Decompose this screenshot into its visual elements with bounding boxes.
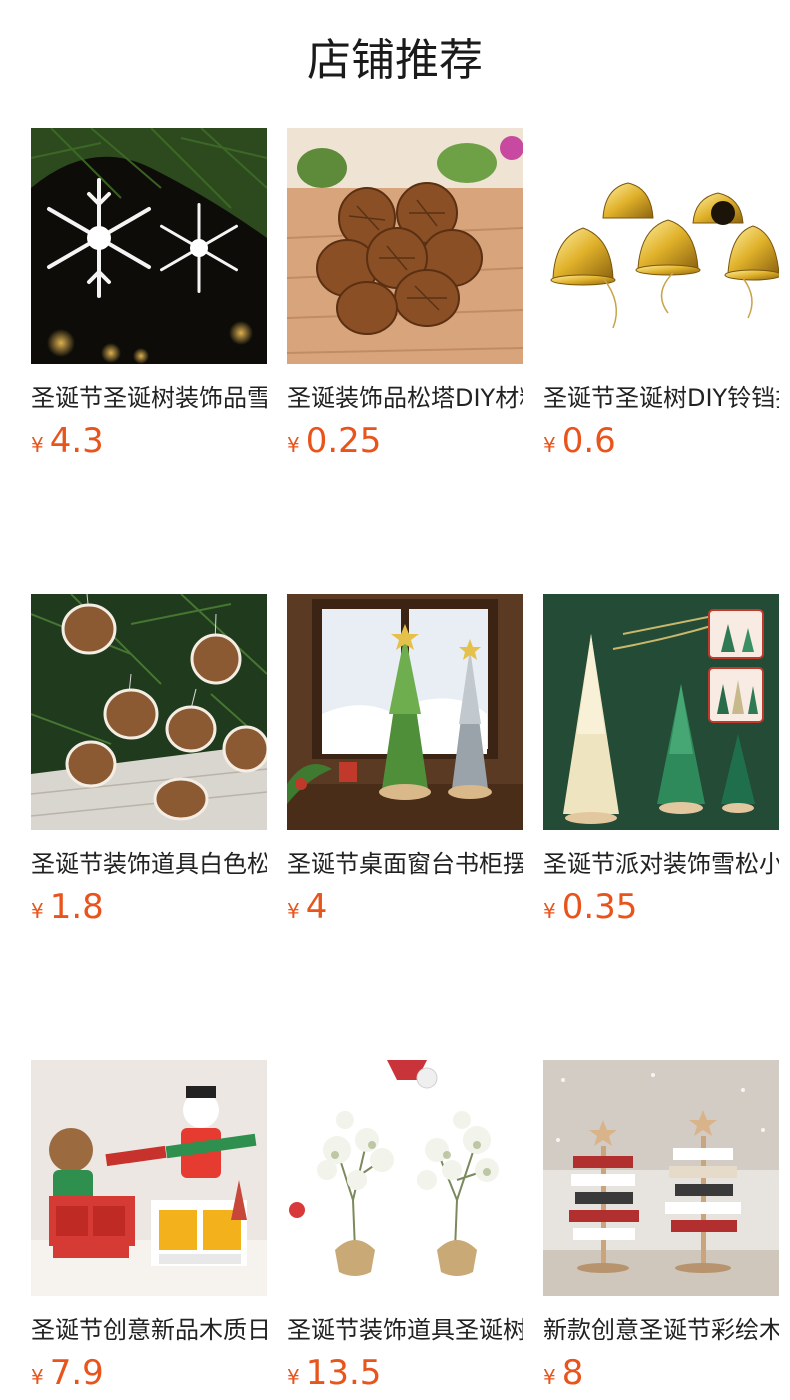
product-name[interactable]: 圣诞节派对装饰雪松小树 [543,848,779,880]
price-amount: 7.9 [49,1353,104,1393]
product-price: ¥0.6 [543,420,779,462]
product-image[interactable] [31,128,267,364]
product-name[interactable]: 圣诞节桌面窗台书柜摆件 [287,848,523,880]
product-image[interactable] [543,594,779,830]
currency-symbol: ¥ [287,433,300,457]
product-price: ¥13.5 [287,1352,523,1394]
product-price: ¥1.8 [31,886,267,928]
product-price: ¥7.9 [31,1352,267,1394]
product-card[interactable]: 圣诞节派对装饰雪松小树 ¥0.35 [543,594,779,928]
currency-symbol: ¥ [543,899,556,923]
product-image[interactable] [31,594,267,830]
price-amount: 13.5 [305,1353,382,1393]
product-name[interactable]: 圣诞节圣诞树DIY铃铛挂件 [543,382,779,414]
price-amount: 4.3 [49,421,104,461]
product-image[interactable] [31,1060,267,1296]
product-card[interactable]: 圣诞节装饰道具圣诞树盆栽 ¥13.5 [287,1060,523,1394]
product-card[interactable]: 圣诞节桌面窗台书柜摆件 ¥4 [287,594,523,928]
product-card[interactable]: 圣诞节圣诞树DIY铃铛挂件 ¥0.6 [543,128,779,462]
currency-symbol: ¥ [287,1365,300,1389]
product-image[interactable] [287,1060,523,1296]
currency-symbol: ¥ [31,899,44,923]
price-amount: 0.25 [305,421,382,461]
price-amount: 1.8 [49,887,104,927]
product-price: ¥4 [287,886,523,928]
product-name[interactable]: 圣诞节装饰道具白色松果挂件 [31,848,267,880]
product-card[interactable]: 新款创意圣诞节彩绘木质摆件 ¥8 [543,1060,779,1394]
currency-symbol: ¥ [31,433,44,457]
product-price: ¥0.35 [543,886,779,928]
product-image[interactable] [543,128,779,364]
product-price: ¥0.25 [287,420,523,462]
product-card[interactable]: 圣诞节圣诞树装饰品雪花挂件 ¥4.3 [31,128,267,462]
product-card[interactable]: 圣诞节装饰道具白色松果挂件 ¥1.8 [31,594,267,928]
price-amount: 8 [561,1353,584,1393]
product-name[interactable]: 圣诞装饰品松塔DIY材料 [287,382,523,414]
currency-symbol: ¥ [543,1365,556,1389]
product-name[interactable]: 圣诞节创意新品木质日历 [31,1314,267,1346]
currency-symbol: ¥ [543,433,556,457]
product-grid: 圣诞节圣诞树装饰品雪花挂件 ¥4.3 [31,128,779,1394]
price-amount: 4 [305,887,328,927]
product-price: ¥8 [543,1352,779,1394]
product-image[interactable] [287,594,523,830]
currency-symbol: ¥ [31,1365,44,1389]
product-card[interactable]: 圣诞节创意新品木质日历 ¥7.9 [31,1060,267,1394]
currency-symbol: ¥ [287,899,300,923]
price-amount: 0.35 [561,887,638,927]
product-name[interactable]: 新款创意圣诞节彩绘木质摆件 [543,1314,779,1346]
product-price: ¥4.3 [31,420,267,462]
product-image[interactable] [287,128,523,364]
price-amount: 0.6 [561,421,616,461]
page-title: 店铺推荐 [307,35,483,86]
product-card[interactable]: 圣诞装饰品松塔DIY材料 ¥0.25 [287,128,523,462]
product-name[interactable]: 圣诞节装饰道具圣诞树盆栽 [287,1314,523,1346]
product-name[interactable]: 圣诞节圣诞树装饰品雪花挂件 [31,382,267,414]
product-image[interactable] [543,1060,779,1296]
